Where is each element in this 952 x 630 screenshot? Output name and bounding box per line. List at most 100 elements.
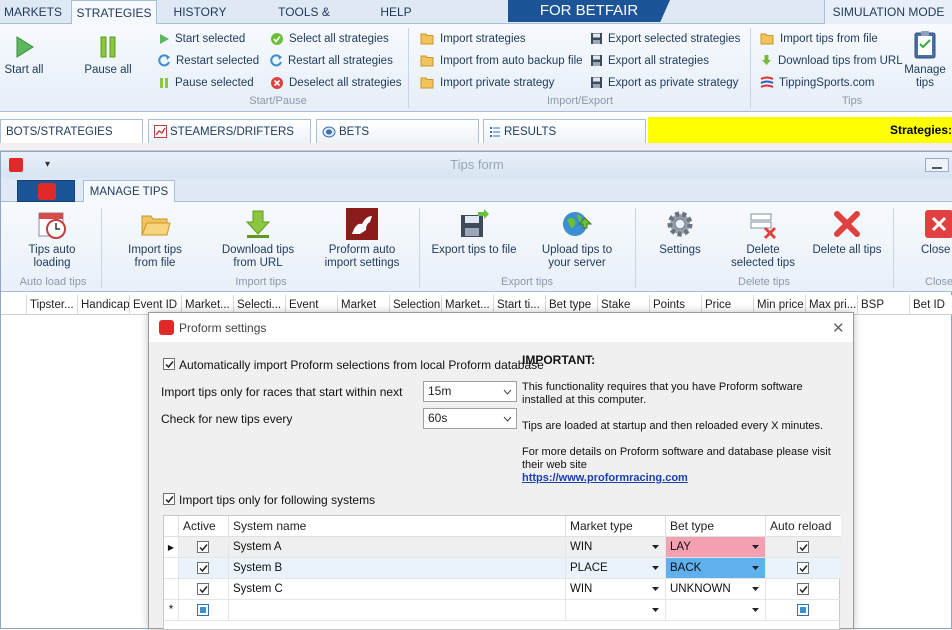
auto-reload-checkbox[interactable] bbox=[797, 541, 809, 553]
export-all-button[interactable]: Export all strategies bbox=[590, 52, 709, 70]
delete-all-tips-button[interactable]: Delete all tips bbox=[809, 208, 885, 257]
col-market-type[interactable]: Market type bbox=[566, 516, 666, 537]
check-every-select[interactable]: 60s bbox=[423, 408, 517, 429]
import-private-button[interactable]: Import private strategy bbox=[420, 74, 554, 92]
doc-tab-results[interactable]: RESULTS bbox=[483, 119, 646, 143]
market-type-value: WIN bbox=[570, 541, 593, 553]
doc-tab-bets[interactable]: BETS bbox=[316, 119, 479, 143]
system-name-cell[interactable]: System B bbox=[229, 558, 566, 579]
import-strategies-button[interactable]: Import strategies bbox=[420, 30, 526, 48]
system-name-cell[interactable]: System A bbox=[229, 537, 566, 558]
new-row-name-cell[interactable] bbox=[229, 600, 566, 621]
export-private-label: Export as private strategy bbox=[608, 77, 739, 89]
auto-reload-cell[interactable] bbox=[766, 579, 841, 600]
tab-markets[interactable]: MARKETS bbox=[0, 0, 66, 24]
import-tips-file-button[interactable]: Import tips from file bbox=[760, 30, 878, 48]
manage-tips-button[interactable]: Manage tips bbox=[902, 30, 948, 90]
chevron-down-icon bbox=[503, 416, 512, 422]
app-menu-button[interactable] bbox=[17, 180, 75, 202]
col-active[interactable]: Active bbox=[179, 516, 229, 537]
proform-auto-import-button[interactable]: Proform auto import settings bbox=[323, 208, 401, 270]
download-tips-button[interactable]: Download tips from URL bbox=[219, 208, 297, 270]
auto-reload-cell[interactable] bbox=[766, 537, 841, 558]
proform-website-link[interactable]: https://www.proformracing.com bbox=[522, 472, 838, 485]
tab-help[interactable]: HELP bbox=[374, 0, 418, 24]
export-tips-button[interactable]: Export tips to file bbox=[429, 208, 519, 257]
col-tipster[interactable]: Tipster... bbox=[27, 295, 78, 315]
restart-all-label: Restart all strategies bbox=[288, 55, 393, 67]
auto-reload-cell[interactable] bbox=[766, 558, 841, 579]
import-backup-button[interactable]: Import from auto backup file bbox=[420, 52, 583, 70]
download-tips-url-button[interactable]: Download tips from URL bbox=[760, 52, 903, 70]
doc-tab-steamers-drifters[interactable]: STEAMERS/DRIFTERS bbox=[148, 119, 311, 143]
doc-tab-bots-strategies[interactable]: BOTS/STRATEGIES bbox=[0, 119, 143, 143]
floppy-disk-icon bbox=[591, 55, 602, 67]
row-active-cell[interactable] bbox=[179, 558, 229, 579]
simulation-mode-label[interactable]: SIMULATION MODE bbox=[824, 0, 952, 24]
tab-history[interactable]: HISTORY bbox=[166, 0, 234, 24]
races-within-select[interactable]: 15m bbox=[423, 381, 517, 402]
important-text-2: Tips are loaded at startup and then relo… bbox=[522, 420, 824, 432]
bet-type-value: LAY bbox=[670, 541, 691, 553]
doc-tab-label: BETS bbox=[339, 126, 370, 138]
important-title: IMPORTANT: bbox=[522, 353, 596, 367]
export-private-button[interactable]: Export as private strategy bbox=[590, 74, 738, 92]
bet-type-cell[interactable]: UNKNOWN bbox=[666, 579, 766, 600]
auto-import-checkbox[interactable] bbox=[163, 358, 175, 370]
pause-selected-button[interactable]: Pause selected bbox=[158, 74, 254, 92]
import-tips-button[interactable]: Import tips from file bbox=[119, 208, 191, 270]
start-all-button[interactable]: Start all bbox=[2, 34, 46, 77]
tippingsports-button[interactable]: TippingSports.com bbox=[760, 74, 874, 92]
tab-manage-tips[interactable]: MANAGE TIPS bbox=[83, 180, 175, 203]
restart-all-strategies-button[interactable]: Restart all strategies bbox=[270, 52, 393, 70]
start-selected-button[interactable]: Start selected bbox=[158, 30, 245, 48]
market-type-cell[interactable]: PLACE bbox=[566, 558, 666, 579]
market-type-cell[interactable]: WIN bbox=[566, 537, 666, 558]
new-row-active-cell[interactable] bbox=[179, 600, 229, 621]
bet-type-cell[interactable]: LAY bbox=[666, 537, 766, 558]
settings-button[interactable]: Settings bbox=[651, 208, 709, 257]
deselect-all-strategies-button[interactable]: Deselect all strategies bbox=[270, 74, 402, 92]
delete-selected-tips-button[interactable]: Delete selected tips bbox=[725, 208, 801, 270]
close-form-button[interactable]: Close bbox=[921, 208, 952, 257]
doc-tab-label: STEAMERS/DRIFTERS bbox=[170, 126, 294, 138]
check-icon bbox=[199, 586, 208, 594]
select-all-strategies-button[interactable]: Select all strategies bbox=[270, 30, 389, 48]
download-tips-label: Download tips from URL bbox=[221, 244, 295, 269]
import-strategies-label: Import strategies bbox=[440, 33, 526, 45]
active-checkbox[interactable] bbox=[197, 562, 209, 574]
row-active-cell[interactable] bbox=[179, 579, 229, 600]
systems-only-checkbox[interactable] bbox=[163, 493, 175, 505]
active-checkbox[interactable] bbox=[197, 583, 209, 595]
upload-tips-button[interactable]: Upload tips to your server bbox=[537, 208, 617, 270]
new-row-bet-cell[interactable] bbox=[666, 600, 766, 621]
col-auto-reload[interactable]: Auto reload bbox=[766, 516, 841, 537]
new-row-market-cell[interactable] bbox=[566, 600, 666, 621]
bet-type-cell[interactable]: BACK bbox=[666, 558, 766, 579]
restart-selected-button[interactable]: Restart selected bbox=[158, 52, 259, 70]
col-system-name[interactable]: System name bbox=[229, 516, 566, 537]
minimize-button[interactable] bbox=[925, 158, 949, 172]
tips-auto-loading-button[interactable]: Tips auto loading bbox=[17, 208, 87, 270]
settings-label: Settings bbox=[659, 244, 701, 256]
indeterminate-checkbox[interactable] bbox=[797, 604, 809, 616]
system-name-cell[interactable]: System C bbox=[229, 579, 566, 600]
group-export-tips-label: Export tips bbox=[501, 276, 553, 288]
col-handicap[interactable]: Handicap bbox=[78, 295, 130, 315]
export-selected-button[interactable]: Export selected strategies bbox=[590, 30, 740, 48]
auto-reload-checkbox[interactable] bbox=[797, 562, 809, 574]
market-type-cell[interactable]: WIN bbox=[566, 579, 666, 600]
dialog-close-icon[interactable]: ✕ bbox=[832, 319, 845, 337]
col-bet-id[interactable]: Bet ID bbox=[910, 295, 952, 315]
pause-all-button[interactable]: Pause all bbox=[82, 34, 134, 77]
globe-upload-icon bbox=[563, 212, 593, 236]
new-row-reload-cell[interactable] bbox=[766, 600, 841, 621]
active-checkbox[interactable] bbox=[197, 541, 209, 553]
row-active-cell[interactable] bbox=[179, 537, 229, 558]
col-bet-type[interactable]: Bet type bbox=[666, 516, 766, 537]
tab-strategies[interactable]: STRATEGIES bbox=[71, 0, 157, 25]
indeterminate-checkbox[interactable] bbox=[197, 604, 209, 616]
col-bsp[interactable]: BSP bbox=[858, 295, 910, 315]
auto-reload-checkbox[interactable] bbox=[797, 583, 809, 595]
tab-tools-settings[interactable]: TOOLS & SETTINGS bbox=[248, 0, 360, 44]
